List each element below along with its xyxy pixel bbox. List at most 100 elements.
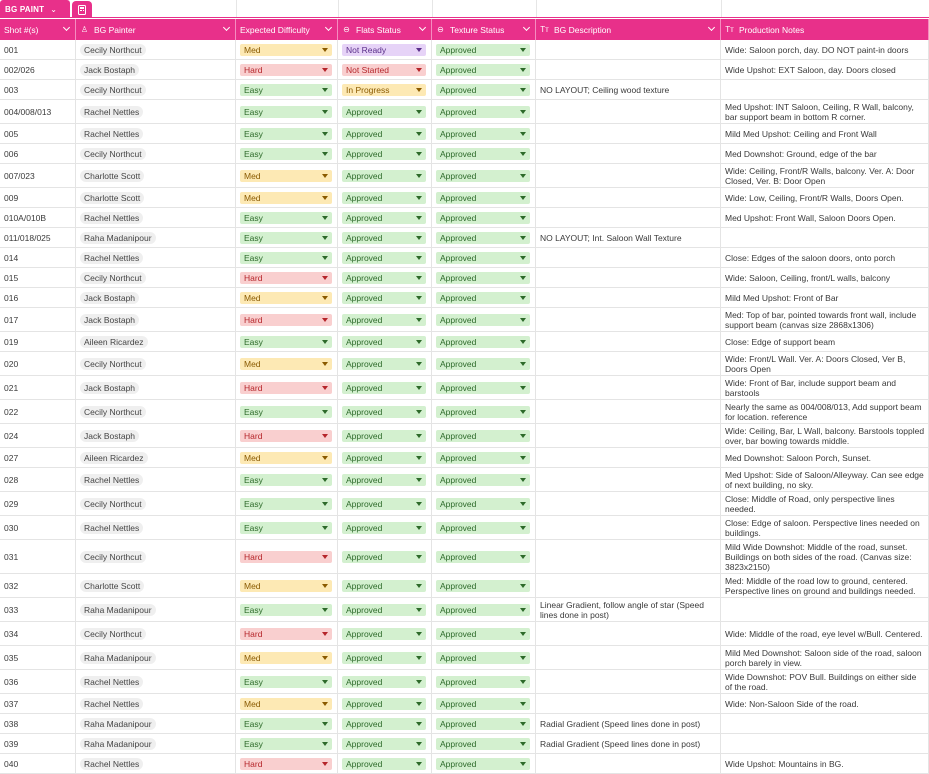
cell-texture[interactable]: Approved	[432, 248, 536, 267]
dropdown-arrow-icon[interactable]	[416, 701, 422, 706]
dropdown-arrow-icon[interactable]	[322, 607, 328, 612]
difficulty-select[interactable]: Easy	[240, 521, 332, 534]
column-header-desc[interactable]: Tт BG Description	[536, 19, 721, 40]
cell-texture[interactable]: Approved	[432, 598, 536, 621]
cell-desc[interactable]	[536, 288, 721, 307]
difficulty-select[interactable]: Hard	[240, 63, 332, 76]
cell-texture[interactable]: Approved	[432, 754, 536, 773]
cell-desc[interactable]	[536, 352, 721, 375]
cell-notes[interactable]: Mild Med Upshot: Front of Bar	[721, 288, 929, 307]
texture-select[interactable]: Approved	[436, 335, 530, 348]
cell-difficulty[interactable]: Easy	[236, 144, 338, 163]
texture-select[interactable]: Approved	[436, 83, 530, 96]
table-row[interactable]: 015 Cecily Northcut Hard Approved Approved Wi…	[0, 268, 929, 288]
dropdown-arrow-icon[interactable]	[322, 131, 328, 136]
flats-select[interactable]: Approved	[342, 251, 426, 264]
cell-shot[interactable]: 015	[0, 268, 76, 287]
painter-chip[interactable]: Raha Madanipour	[80, 651, 156, 664]
dropdown-arrow-icon[interactable]	[520, 554, 526, 559]
flats-select[interactable]: Approved	[342, 451, 426, 464]
cell-shot[interactable]: 037	[0, 694, 76, 713]
dropdown-arrow-icon[interactable]	[416, 195, 422, 200]
difficulty-select[interactable]: Easy	[240, 147, 332, 160]
difficulty-select[interactable]: Easy	[240, 335, 332, 348]
cell-shot[interactable]: 005	[0, 124, 76, 143]
cell-painter[interactable]: Rachel Nettles	[76, 516, 236, 539]
dropdown-arrow-icon[interactable]	[322, 409, 328, 414]
cell-notes[interactable]	[721, 598, 929, 621]
table-row[interactable]: 017 Jack Bostaph Hard Approved Approved Med: …	[0, 308, 929, 332]
cell-desc[interactable]	[536, 424, 721, 447]
cell-flats[interactable]: Approved	[338, 574, 432, 597]
cell-shot[interactable]: 004/008/013	[0, 100, 76, 123]
difficulty-select[interactable]: Easy	[240, 497, 332, 510]
flats-select[interactable]: Not Ready	[342, 43, 426, 56]
dropdown-arrow-icon[interactable]	[322, 215, 328, 220]
dropdown-arrow-icon[interactable]	[416, 409, 422, 414]
cell-flats[interactable]: Approved	[338, 492, 432, 515]
dropdown-arrow-icon[interactable]	[416, 87, 422, 92]
painter-chip[interactable]: Rachel Nettles	[80, 473, 144, 486]
table-row[interactable]: 030 Rachel Nettles Easy Approved Approved Clo…	[0, 516, 929, 540]
cell-painter[interactable]: Jack Bostaph	[76, 288, 236, 307]
cell-notes[interactable]: Mild Med Downshot: Saloon side of the ro…	[721, 646, 929, 669]
dropdown-arrow-icon[interactable]	[322, 583, 328, 588]
cell-flats[interactable]: Approved	[338, 228, 432, 247]
texture-select[interactable]: Approved	[436, 63, 530, 76]
flats-select[interactable]: Approved	[342, 521, 426, 534]
dropdown-arrow-icon[interactable]	[520, 455, 526, 460]
cell-desc[interactable]	[536, 376, 721, 399]
difficulty-select[interactable]: Hard	[240, 757, 332, 770]
table-row[interactable]: 019 Aileen Ricardez Easy Approved Approved Cl…	[0, 332, 929, 352]
dropdown-arrow-icon[interactable]	[322, 361, 328, 366]
painter-chip[interactable]: Cecily Northcut	[80, 147, 146, 160]
difficulty-select[interactable]: Med	[240, 451, 332, 464]
cell-flats[interactable]: Approved	[338, 646, 432, 669]
table-row[interactable]: 031 Cecily Northcut Hard Approved Approved Mi…	[0, 540, 929, 574]
cell-painter[interactable]: Jack Bostaph	[76, 424, 236, 447]
texture-select[interactable]: Approved	[436, 697, 530, 710]
dropdown-arrow-icon[interactable]	[520, 409, 526, 414]
cell-difficulty[interactable]: Easy	[236, 714, 338, 733]
flats-select[interactable]: Approved	[342, 627, 426, 640]
cell-texture[interactable]: Approved	[432, 448, 536, 467]
dropdown-arrow-icon[interactable]	[322, 151, 328, 156]
cell-flats[interactable]: Approved	[338, 268, 432, 287]
cell-texture[interactable]: Approved	[432, 516, 536, 539]
cell-painter[interactable]: Raha Madanipour	[76, 646, 236, 669]
cell-shot[interactable]: 028	[0, 468, 76, 491]
cell-shot[interactable]: 007/023	[0, 164, 76, 187]
dropdown-arrow-icon[interactable]	[322, 433, 328, 438]
painter-chip[interactable]: Jack Bostaph	[80, 313, 140, 326]
cell-painter[interactable]: Cecily Northcut	[76, 144, 236, 163]
difficulty-select[interactable]: Med	[240, 651, 332, 664]
cell-shot[interactable]: 001	[0, 40, 76, 59]
dropdown-arrow-icon[interactable]	[520, 721, 526, 726]
cell-painter[interactable]: Rachel Nettles	[76, 248, 236, 267]
cell-shot[interactable]: 011/018/025	[0, 228, 76, 247]
texture-select[interactable]: Approved	[436, 271, 530, 284]
cell-desc[interactable]	[536, 492, 721, 515]
table-row[interactable]: 029 Cecily Northcut Easy Approved Approved Cl…	[0, 492, 929, 516]
cell-desc[interactable]	[536, 332, 721, 351]
cell-painter[interactable]: Charlotte Scott	[76, 188, 236, 207]
dropdown-arrow-icon[interactable]	[416, 235, 422, 240]
flats-select[interactable]: Approved	[342, 697, 426, 710]
flats-select[interactable]: Approved	[342, 737, 426, 750]
cell-flats[interactable]: Approved	[338, 468, 432, 491]
dropdown-arrow-icon[interactable]	[520, 631, 526, 636]
texture-select[interactable]: Approved	[436, 757, 530, 770]
dropdown-arrow-icon[interactable]	[416, 173, 422, 178]
cell-desc[interactable]	[536, 448, 721, 467]
dropdown-arrow-icon[interactable]	[520, 583, 526, 588]
difficulty-select[interactable]: Easy	[240, 603, 332, 616]
cell-texture[interactable]: Approved	[432, 734, 536, 753]
cell-painter[interactable]: Raha Madanipour	[76, 714, 236, 733]
painter-chip[interactable]: Raha Madanipour	[80, 603, 156, 616]
difficulty-select[interactable]: Hard	[240, 429, 332, 442]
cell-shot[interactable]: 003	[0, 80, 76, 99]
dropdown-arrow-icon[interactable]	[416, 339, 422, 344]
cell-texture[interactable]: Approved	[432, 60, 536, 79]
cell-shot[interactable]: 029	[0, 492, 76, 515]
dropdown-arrow-icon[interactable]	[322, 554, 328, 559]
